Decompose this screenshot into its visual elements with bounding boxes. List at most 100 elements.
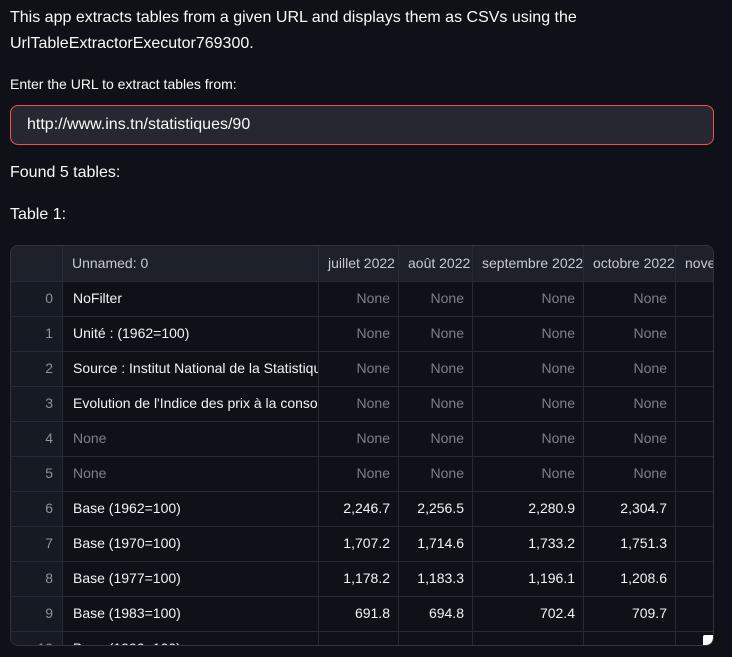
cell: None — [584, 422, 676, 457]
cell: None — [584, 352, 676, 387]
cell: None — [399, 422, 473, 457]
cell: None — [584, 317, 676, 352]
row-index: 9 — [11, 597, 63, 632]
dataframe[interactable]: Unnamed: 0 juillet 2022 août 2022 septem… — [10, 245, 714, 646]
row-index: 3 — [11, 387, 63, 422]
cell: None — [319, 282, 399, 317]
cell: 1,707.2 — [319, 527, 399, 562]
table-resize-handle[interactable] — [703, 635, 713, 645]
cell — [676, 422, 714, 457]
cell: None — [319, 352, 399, 387]
cell: 1,178.2 — [319, 562, 399, 597]
row-index: 5 — [11, 457, 63, 492]
found-tables-text: Found 5 tables: — [10, 160, 714, 186]
cell — [676, 562, 714, 597]
cell: None — [399, 317, 473, 352]
cell: 709.7 — [584, 597, 676, 632]
cell: 2,304.7 — [584, 492, 676, 527]
cell: 1,196.1 — [473, 562, 584, 597]
cell: Source : Institut National de la Statist… — [63, 352, 319, 387]
table-row: 9 Base (1983=100) 691.8 694.8 702.4 709.… — [11, 597, 713, 632]
cell: Evolution de l'Indice des prix à la cons… — [63, 387, 319, 422]
table-title: Table 1: — [10, 202, 714, 228]
cell: None — [473, 282, 584, 317]
table-row: 10 Base (1990=100) — [11, 632, 713, 646]
cell — [676, 387, 714, 422]
cell — [473, 632, 584, 646]
cell: None — [63, 457, 319, 492]
url-input[interactable] — [10, 105, 714, 145]
cell: None — [399, 387, 473, 422]
cell — [676, 527, 714, 562]
cell: 1,733.2 — [473, 527, 584, 562]
cell: None — [473, 457, 584, 492]
cell — [676, 282, 714, 317]
row-index: 2 — [11, 352, 63, 387]
cell — [584, 632, 676, 646]
cell: None — [319, 422, 399, 457]
table-row: 5 None None None None None — [11, 457, 713, 492]
cell: Base (1983=100) — [63, 597, 319, 632]
url-input-label: Enter the URL to extract tables from: — [10, 76, 714, 93]
cell: None — [473, 422, 584, 457]
cell: None — [473, 387, 584, 422]
table-row: 4 None None None None None — [11, 422, 713, 457]
header-cell: juillet 2022 — [319, 246, 399, 282]
cell: None — [473, 352, 584, 387]
row-index: 10 — [11, 632, 63, 646]
cell: None — [584, 387, 676, 422]
header-index-cell — [11, 246, 63, 282]
cell: 1,183.3 — [399, 562, 473, 597]
table-row: 1 Unité : (1962=100) None None None None — [11, 317, 713, 352]
table-row: 6 Base (1962=100) 2,246.7 2,256.5 2,280.… — [11, 492, 713, 527]
cell: None — [584, 282, 676, 317]
cell: Base (1977=100) — [63, 562, 319, 597]
cell — [676, 317, 714, 352]
cell: Base (1962=100) — [63, 492, 319, 527]
cell — [676, 457, 714, 492]
cell: 2,280.9 — [473, 492, 584, 527]
cell — [319, 632, 399, 646]
cell: None — [399, 457, 473, 492]
cell: 2,246.7 — [319, 492, 399, 527]
table-row: 0 NoFilter None None None None — [11, 282, 713, 317]
header-cell: octobre 2022 — [584, 246, 676, 282]
app-page: This app extracts tables from a given UR… — [0, 0, 732, 646]
cell: None — [399, 352, 473, 387]
header-cell: novembre 2022 — [676, 246, 714, 282]
row-index: 4 — [11, 422, 63, 457]
cell — [676, 352, 714, 387]
table-row: 2 Source : Institut National de la Stati… — [11, 352, 713, 387]
row-index: 8 — [11, 562, 63, 597]
cell: None — [319, 457, 399, 492]
cell: NoFilter — [63, 282, 319, 317]
cell: None — [399, 282, 473, 317]
cell: 691.8 — [319, 597, 399, 632]
cell: 702.4 — [473, 597, 584, 632]
cell: None — [319, 387, 399, 422]
cell: None — [319, 317, 399, 352]
cell: Unité : (1962=100) — [63, 317, 319, 352]
row-index: 7 — [11, 527, 63, 562]
cell: None — [473, 317, 584, 352]
row-index: 6 — [11, 492, 63, 527]
cell: 2,256.5 — [399, 492, 473, 527]
cell — [399, 632, 473, 646]
table-row: 7 Base (1970=100) 1,707.2 1,714.6 1,733.… — [11, 527, 713, 562]
cell: None — [584, 457, 676, 492]
header-cell: septembre 2022 — [473, 246, 584, 282]
row-index: 1 — [11, 317, 63, 352]
intro-text: This app extracts tables from a given UR… — [10, 5, 714, 56]
header-cell: Unnamed: 0 — [63, 246, 319, 282]
table-header-row: Unnamed: 0 juillet 2022 août 2022 septem… — [11, 246, 713, 282]
cell — [676, 492, 714, 527]
cell: None — [63, 422, 319, 457]
row-index: 0 — [11, 282, 63, 317]
cell: Base (1990=100) — [63, 632, 319, 646]
cell: Base (1970=100) — [63, 527, 319, 562]
cell: 1,714.6 — [399, 527, 473, 562]
cell: 1,208.6 — [584, 562, 676, 597]
cell: 1,751.3 — [584, 527, 676, 562]
header-cell: août 2022 — [399, 246, 473, 282]
cell — [676, 597, 714, 632]
